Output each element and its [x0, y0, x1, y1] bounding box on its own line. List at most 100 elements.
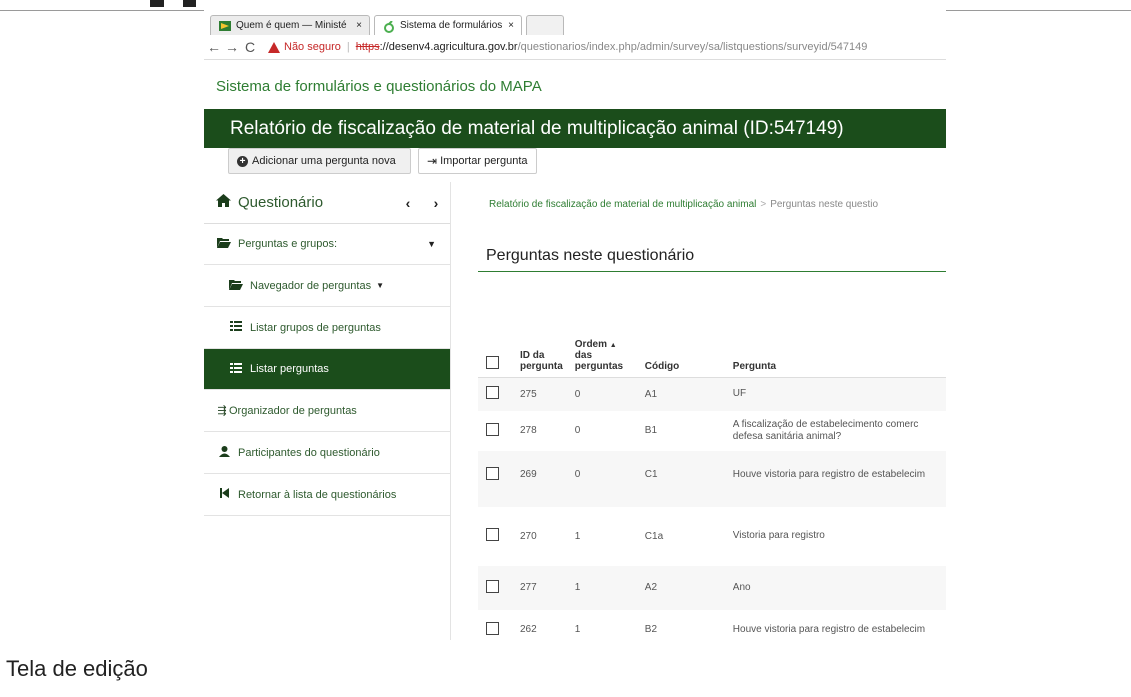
- row-checkbox-cell: [478, 377, 512, 411]
- question-text: UF: [732, 388, 747, 400]
- table-row[interactable]: 270 1 C1a Vistoria para registro: [478, 507, 946, 566]
- breadcrumb: Relatório de fiscalização de material de…: [489, 199, 878, 210]
- row-checkbox-cell: [478, 565, 512, 610]
- browser-tab-quem-e-quem[interactable]: Quem é quem — Ministé ×: [210, 15, 370, 35]
- url-path: /questionarios/index.php/admin/survey/sa…: [517, 41, 868, 53]
- column-header-id[interactable]: ID da pergunta: [512, 317, 567, 378]
- cell-id: 270: [520, 530, 537, 542]
- new-tab-button[interactable]: [526, 15, 564, 35]
- list-icon: [228, 321, 244, 334]
- table-row[interactable]: 277 1 A2 Ano: [478, 565, 946, 610]
- figure-caption: Tela de edição: [6, 656, 148, 681]
- cell-id: 277: [512, 565, 567, 610]
- sidebar-item-list-questions[interactable]: Listar perguntas: [204, 349, 450, 390]
- sidebar-item-label: Listar perguntas: [250, 363, 329, 375]
- back-arrow-icon[interactable]: ←: [206, 39, 222, 55]
- step-back-icon: [216, 488, 232, 501]
- import-question-button[interactable]: ⇥ Importar pergunta: [418, 148, 537, 174]
- cell-order: 0: [574, 425, 581, 436]
- select-all-checkbox[interactable]: [486, 356, 499, 369]
- chevron-right-icon[interactable]: ›: [422, 195, 450, 211]
- sidebar-item-label: Organizador de perguntas: [229, 404, 357, 417]
- cell-order: 1: [574, 530, 581, 542]
- sidebar-title: Questionário: [238, 194, 324, 211]
- close-tab-icon[interactable]: ×: [505, 20, 517, 31]
- cell-id: 275: [512, 377, 567, 411]
- question-text: Houve vistoria para registro de estabele…: [732, 468, 926, 480]
- sidebar-item-questions-groups[interactable]: Perguntas e grupos: ▼: [204, 223, 450, 265]
- survey-title-banner: Relatório de fiscalização de material de…: [204, 109, 946, 148]
- list-icon: [228, 362, 244, 376]
- header-id-line2: pergunta: [520, 361, 563, 372]
- cell-question: Houve vistoria para registro de estabele…: [724, 450, 946, 507]
- row-checkbox-cell: [478, 507, 512, 566]
- chevron-left-icon[interactable]: ‹: [394, 195, 422, 211]
- reload-icon[interactable]: C: [242, 39, 258, 55]
- sidebar-item-question-navigator[interactable]: Navegador de perguntas ▼: [204, 265, 450, 307]
- sidebar-item-list-question-groups[interactable]: Listar grupos de perguntas: [204, 307, 450, 349]
- select-all-header: [478, 317, 512, 378]
- site-title[interactable]: Sistema de formulários e questionários d…: [216, 78, 542, 95]
- header-id-line1: ID da: [520, 350, 545, 361]
- sidebar-item-question-organizer[interactable]: ⇶ Organizador de perguntas: [204, 390, 450, 432]
- row-checkbox[interactable]: [486, 422, 499, 436]
- question-text-continued: defesa sanitária animal?: [732, 430, 842, 442]
- main-content: Relatório de fiscalização de material de…: [451, 182, 946, 640]
- cell-code: C1a: [644, 530, 664, 542]
- cell-code: B2: [644, 624, 658, 635]
- breadcrumb-separator: >: [760, 199, 767, 210]
- warning-icon: [268, 41, 280, 53]
- table-row[interactable]: 278 0 B1 A fiscalização de estabelecimen…: [478, 411, 946, 451]
- table-row[interactable]: 262 1 B2 Houve vistoria para registro de…: [478, 610, 946, 641]
- cropped-glyph: [183, 0, 196, 7]
- column-header-question[interactable]: Pergunta: [724, 317, 946, 378]
- column-header-order[interactable]: Ordem ▲ das perguntas: [566, 317, 637, 378]
- user-icon: [216, 445, 232, 460]
- caret-down-icon: ▼: [376, 281, 385, 290]
- address-separator: |: [346, 41, 350, 53]
- sort-ascending-icon: ▲: [609, 342, 617, 349]
- import-question-label: Importar pergunta: [440, 155, 528, 167]
- sidebar-header: Questionário ‹ ›: [204, 182, 450, 224]
- browser-window: Quem é quem — Ministé × Sistema de formu…: [204, 10, 946, 640]
- row-checkbox[interactable]: [486, 579, 499, 593]
- table-row[interactable]: 269 0 C1 Houve vistoria para registro de…: [478, 450, 946, 507]
- row-checkbox[interactable]: [486, 386, 499, 400]
- sidebar-item-return-to-surveys[interactable]: Retornar à lista de questionários: [204, 474, 450, 516]
- header-order-line2: das: [574, 350, 593, 361]
- question-text: Houve vistoria para registro de estabele…: [732, 623, 926, 635]
- tab-title: Sistema de formulários e: [400, 20, 505, 31]
- breadcrumb-current: Perguntas neste questio: [770, 199, 879, 210]
- row-checkbox-cell: [478, 450, 512, 507]
- close-tab-icon[interactable]: ×: [353, 20, 365, 31]
- insecure-label: Não seguro: [284, 41, 341, 53]
- question-text: Ano: [732, 581, 751, 593]
- breadcrumb-link[interactable]: Relatório de fiscalização de material de…: [489, 199, 756, 210]
- forward-arrow-icon[interactable]: →: [224, 39, 240, 55]
- row-checkbox[interactable]: [486, 466, 499, 480]
- questions-table: ID da pergunta Ordem ▲ das perguntas Código…: [478, 317, 946, 640]
- table-row[interactable]: 275 0 A1 UF: [478, 377, 946, 411]
- security-indicator[interactable]: Não seguro: [268, 41, 341, 53]
- home-icon: [216, 194, 231, 211]
- row-checkbox[interactable]: [486, 528, 499, 541]
- address-bar[interactable]: ← → C Não seguro | https://desenv4.agric…: [204, 35, 946, 60]
- add-question-button[interactable]: + Adicionar uma pergunta nova: [228, 148, 411, 174]
- sidebar-item-label: Navegador de perguntas: [250, 279, 372, 292]
- row-checkbox[interactable]: [486, 621, 499, 635]
- url-host: ://desenv4.agricultura.gov.br: [379, 41, 518, 53]
- cell-order: 0: [566, 450, 637, 507]
- sidebar-item-survey-participants[interactable]: Participantes do questionário: [204, 432, 450, 474]
- column-header-code[interactable]: Código: [636, 317, 725, 378]
- tab-strip: Quem é quem — Ministé × Sistema de formu…: [204, 10, 946, 35]
- sidebar-item-label: Retornar à lista de questionários: [238, 488, 397, 501]
- import-icon: ⇥: [427, 154, 438, 168]
- browser-tab-sistema[interactable]: Sistema de formulários e ×: [374, 15, 522, 35]
- cell-id: 269: [512, 450, 567, 507]
- sidebar-item-label: Listar grupos de perguntas: [250, 321, 381, 334]
- table-header-row: ID da pergunta Ordem ▲ das perguntas Código…: [478, 317, 946, 378]
- title-underline: [478, 271, 946, 272]
- cell-code: A2: [636, 565, 725, 610]
- header-order-line1: Ordem: [574, 339, 608, 350]
- folder-open-icon: [216, 237, 232, 251]
